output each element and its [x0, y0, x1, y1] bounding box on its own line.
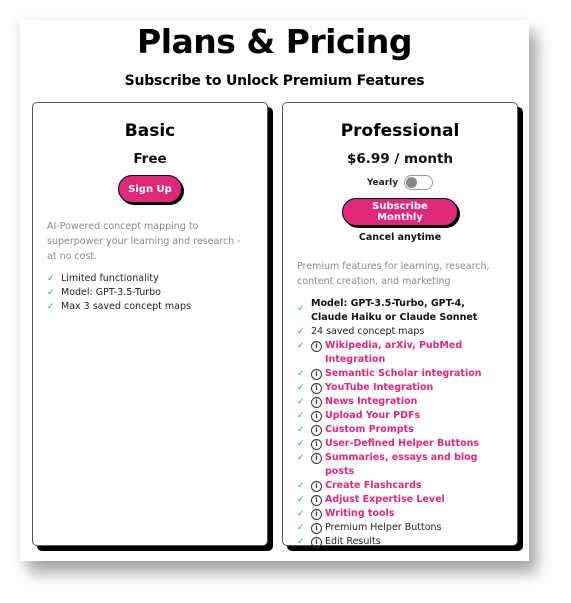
- feature-item: ✓ Model: GPT-3.5-Turbo: [47, 286, 253, 300]
- info-icon[interactable]: i: [311, 494, 322, 506]
- feature-item: ✓ i Premium Helper Buttons: [297, 521, 503, 535]
- info-icon[interactable]: i: [311, 536, 322, 548]
- plan-price: $6.99 / month: [346, 151, 454, 167]
- cancel-note: Cancel anytime: [358, 232, 442, 243]
- check-icon: ✓: [297, 341, 305, 351]
- yearly-label: Yearly: [366, 177, 399, 188]
- feature-item[interactable]: ✓ i Writing tools: [297, 507, 503, 521]
- feature-text: Edit Results: [325, 536, 381, 547]
- info-icon[interactable]: i: [311, 438, 322, 450]
- feature-text[interactable]: User-Defined Helper Buttons: [325, 437, 479, 451]
- feature-text[interactable]: Adjust Expertise Level: [325, 493, 445, 507]
- check-icon: ✓: [297, 383, 305, 393]
- check-icon: ✓: [297, 523, 305, 533]
- feature-item[interactable]: ✓ i Semantic Scholar integration: [297, 367, 503, 381]
- info-icon[interactable]: i: [311, 382, 322, 394]
- feature-text[interactable]: Semantic Scholar integration: [325, 367, 482, 381]
- check-icon: ✓: [297, 495, 305, 505]
- feature-text[interactable]: YouTube Integration: [325, 381, 433, 395]
- feature-item: ✓ Model: GPT-3.5-Turbo, GPT-4, Claude Hai…: [297, 297, 503, 325]
- feature-text: Max 3 saved concept maps: [61, 301, 191, 312]
- feature-text[interactable]: Wikipedia, arXiv, PubMed Integration: [325, 339, 503, 367]
- feature-item[interactable]: ✓ i Wikipedia, arXiv, PubMed Integration: [297, 339, 503, 367]
- check-icon: ✓: [47, 302, 55, 312]
- check-icon: ✓: [297, 327, 305, 337]
- info-icon[interactable]: i: [311, 368, 322, 380]
- info-icon[interactable]: i: [311, 340, 322, 352]
- pricing-panel: Plans & Pricing Subscribe to Unlock Prem…: [20, 20, 529, 561]
- feature-text: Premium Helper Buttons: [325, 522, 442, 533]
- info-icon[interactable]: i: [311, 480, 322, 492]
- check-icon: ✓: [47, 274, 55, 284]
- feature-item: ✓ Max 3 saved concept maps: [47, 300, 253, 314]
- page-subtitle: Subscribe to Unlock Premium Features: [124, 73, 425, 89]
- feature-text: 24 saved concept maps: [311, 326, 425, 337]
- yearly-toggle[interactable]: [404, 175, 434, 190]
- feature-item[interactable]: ✓ i Upload Your PDFs: [297, 409, 503, 423]
- feature-list: ✓ Limited functionality ✓ Model: GPT-3.5-Tu…: [47, 272, 253, 314]
- plan-description: AI-Powered concept mapping to superpower…: [47, 221, 241, 262]
- info-icon[interactable]: i: [311, 410, 322, 422]
- page-title: Plans & Pricing: [137, 22, 412, 61]
- feature-item: ✓ i Edit Results: [297, 535, 503, 549]
- check-icon: ✓: [297, 397, 305, 407]
- plan-card-professional: Professional $6.99 / month Yearly Subscr…: [282, 102, 518, 549]
- info-icon[interactable]: i: [311, 424, 322, 436]
- feature-text: Model: GPT-3.5-Turbo: [61, 287, 161, 298]
- check-icon: ✓: [297, 537, 305, 547]
- feature-item[interactable]: ✓ i Custom Prompts: [297, 423, 503, 437]
- feature-item[interactable]: ✓ i User-Defined Helper Buttons: [297, 437, 503, 451]
- feature-text: Model: GPT-3.5-Turbo, GPT-4, Claude Haik…: [311, 298, 478, 323]
- check-icon: ✓: [47, 288, 55, 298]
- toggle-knob: [406, 177, 418, 188]
- feature-item: ✓ Limited functionality: [47, 272, 253, 286]
- feature-item[interactable]: ✓ i YouTube Integration: [297, 381, 503, 395]
- feature-item: ✓ 24 saved concept maps: [297, 325, 503, 339]
- subscribe-monthly-button[interactable]: Subscribe Monthly: [342, 198, 458, 226]
- feature-text: Limited functionality: [61, 273, 159, 284]
- feature-text[interactable]: Upload Your PDFs: [325, 409, 420, 423]
- feature-text[interactable]: Writing tools: [325, 507, 394, 521]
- plan-name: Basic: [124, 121, 176, 141]
- plan-name: Professional: [340, 121, 460, 141]
- info-icon[interactable]: i: [311, 508, 322, 520]
- feature-item[interactable]: ✓ i Adjust Expertise Level: [297, 493, 503, 507]
- sign-up-button[interactable]: Sign Up: [118, 175, 182, 203]
- info-icon[interactable]: i: [311, 396, 322, 408]
- billing-toggle-row: Yearly: [283, 175, 517, 190]
- feature-list: ✓ Model: GPT-3.5-Turbo, GPT-4, Claude Hai…: [297, 297, 503, 549]
- check-icon: ✓: [297, 304, 305, 314]
- check-icon: ✓: [297, 509, 305, 519]
- feature-text[interactable]: Create Flashcards: [325, 479, 422, 493]
- feature-item[interactable]: ✓ i Create Flashcards: [297, 479, 503, 493]
- check-icon: ✓: [297, 425, 305, 435]
- check-icon: ✓: [297, 481, 305, 491]
- plan-price: Free: [133, 151, 167, 167]
- check-icon: ✓: [297, 411, 305, 421]
- check-icon: ✓: [297, 439, 305, 449]
- check-icon: ✓: [297, 369, 305, 379]
- feature-text[interactable]: Custom Prompts: [325, 423, 414, 437]
- plan-description: Premium features for learning, research,…: [297, 261, 490, 287]
- feature-text[interactable]: Summaries, essays and blog posts: [325, 451, 503, 479]
- info-icon[interactable]: i: [311, 452, 322, 464]
- feature-text[interactable]: News Integration: [325, 395, 417, 409]
- check-icon: ✓: [297, 453, 305, 463]
- feature-item[interactable]: ✓ i News Integration: [297, 395, 503, 409]
- plan-card-basic: Basic Free Sign Up AI-Powered concept ma…: [32, 102, 268, 546]
- info-icon[interactable]: i: [311, 522, 322, 534]
- feature-item[interactable]: ✓ i Summaries, essays and blog posts: [297, 451, 503, 479]
